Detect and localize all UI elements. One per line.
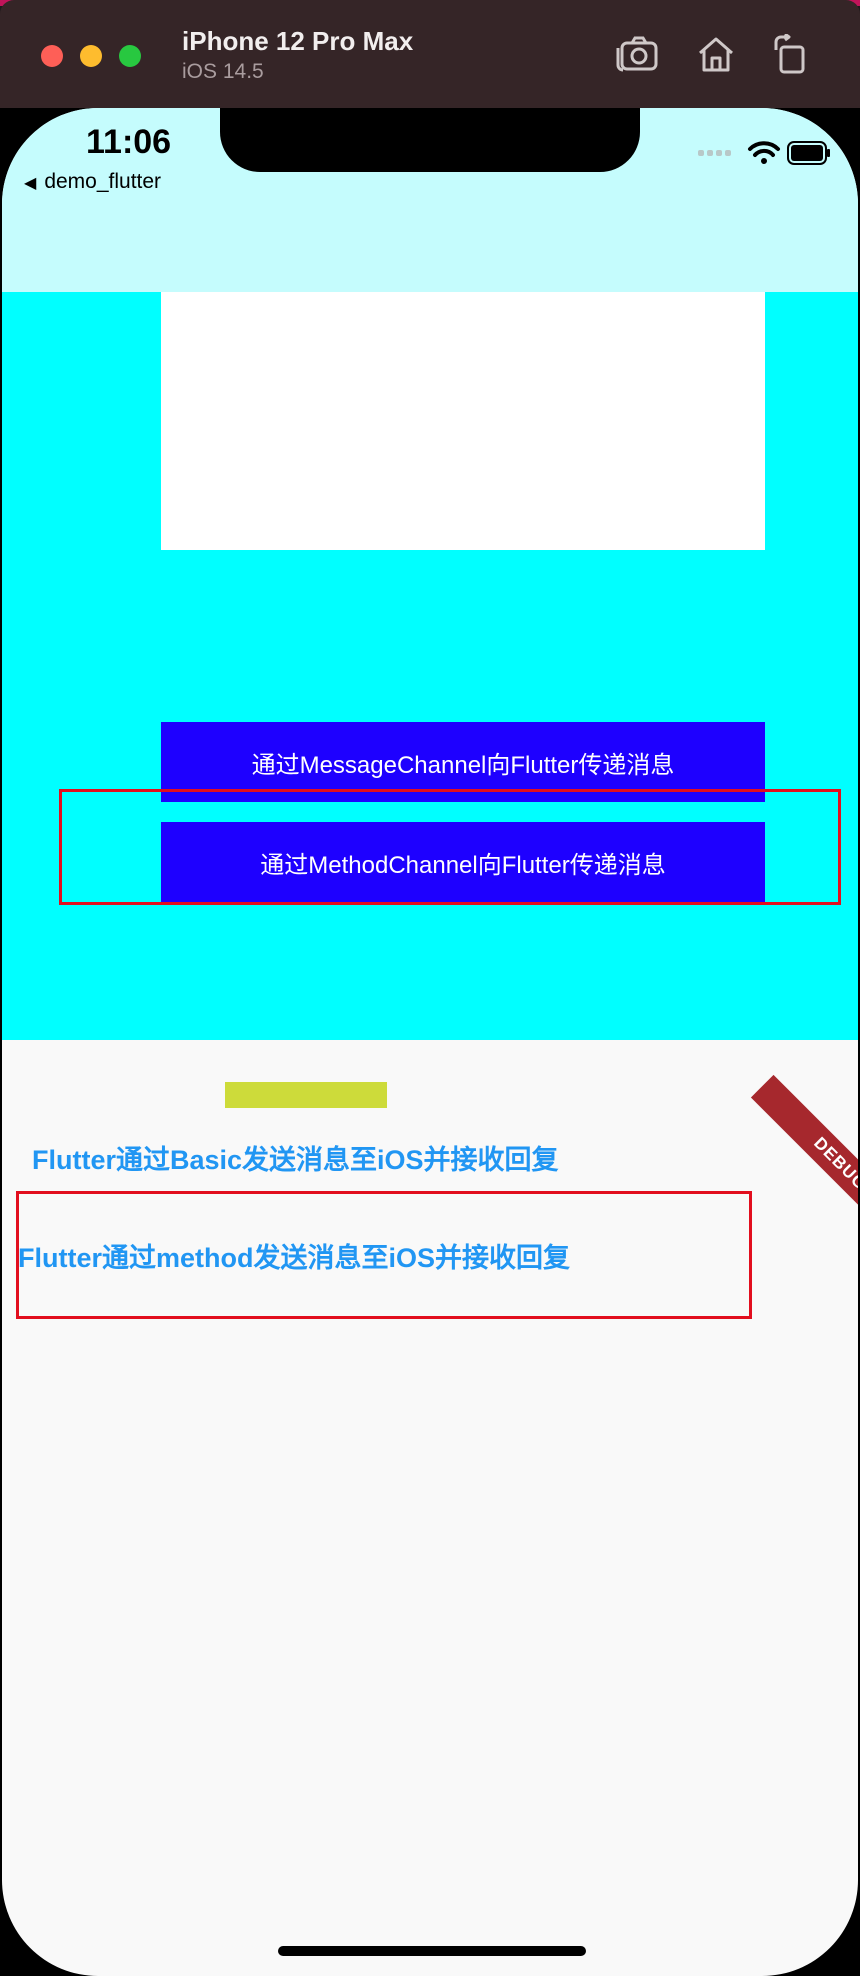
home-icon[interactable] — [696, 34, 736, 79]
screenshot-icon[interactable] — [616, 34, 660, 79]
back-to-app-link[interactable]: ◀ demo_flutter — [24, 170, 161, 194]
native-ios-view: 通过MessageChannel向Flutter传递消息 通过MethodCha… — [2, 292, 858, 1040]
back-app-label: demo_flutter — [44, 170, 162, 193]
highlight-box-method-link — [16, 1191, 752, 1319]
os-version: iOS 14.5 — [182, 60, 264, 83]
status-time: 11:06 — [86, 123, 172, 161]
simulator-titlebar: iPhone 12 Pro Max iOS 14.5 — [0, 0, 860, 108]
zoom-window-button[interactable] — [119, 45, 141, 67]
app-display: 11:06 ◀ demo_flutter 通过MessageChannel向Fl… — [2, 108, 858, 1976]
device-screen: 11:06 ◀ demo_flutter 通过MessageChannel向Fl… — [0, 108, 860, 1976]
rotate-icon[interactable] — [772, 32, 808, 79]
debug-banner: DEBUG — [750, 1074, 858, 1254]
highlight-box-method-channel — [59, 789, 841, 905]
device-notch — [220, 108, 640, 172]
basic-message-link[interactable]: Flutter通过Basic发送消息至iOS并接收回复 — [32, 1138, 559, 1177]
flutter-yellow-bar — [225, 1082, 387, 1108]
back-arrow-icon: ◀ — [24, 175, 37, 192]
wifi-icon — [748, 141, 780, 164]
home-indicator[interactable] — [278, 1946, 586, 1956]
close-window-button[interactable] — [41, 45, 63, 67]
device-name: iPhone 12 Pro Max — [182, 26, 414, 56]
flutter-embedded-view — [161, 292, 765, 550]
signal-icon — [698, 150, 731, 156]
minimize-window-button[interactable] — [80, 45, 102, 67]
status-icons — [698, 140, 830, 175]
battery-icon — [787, 141, 830, 165]
